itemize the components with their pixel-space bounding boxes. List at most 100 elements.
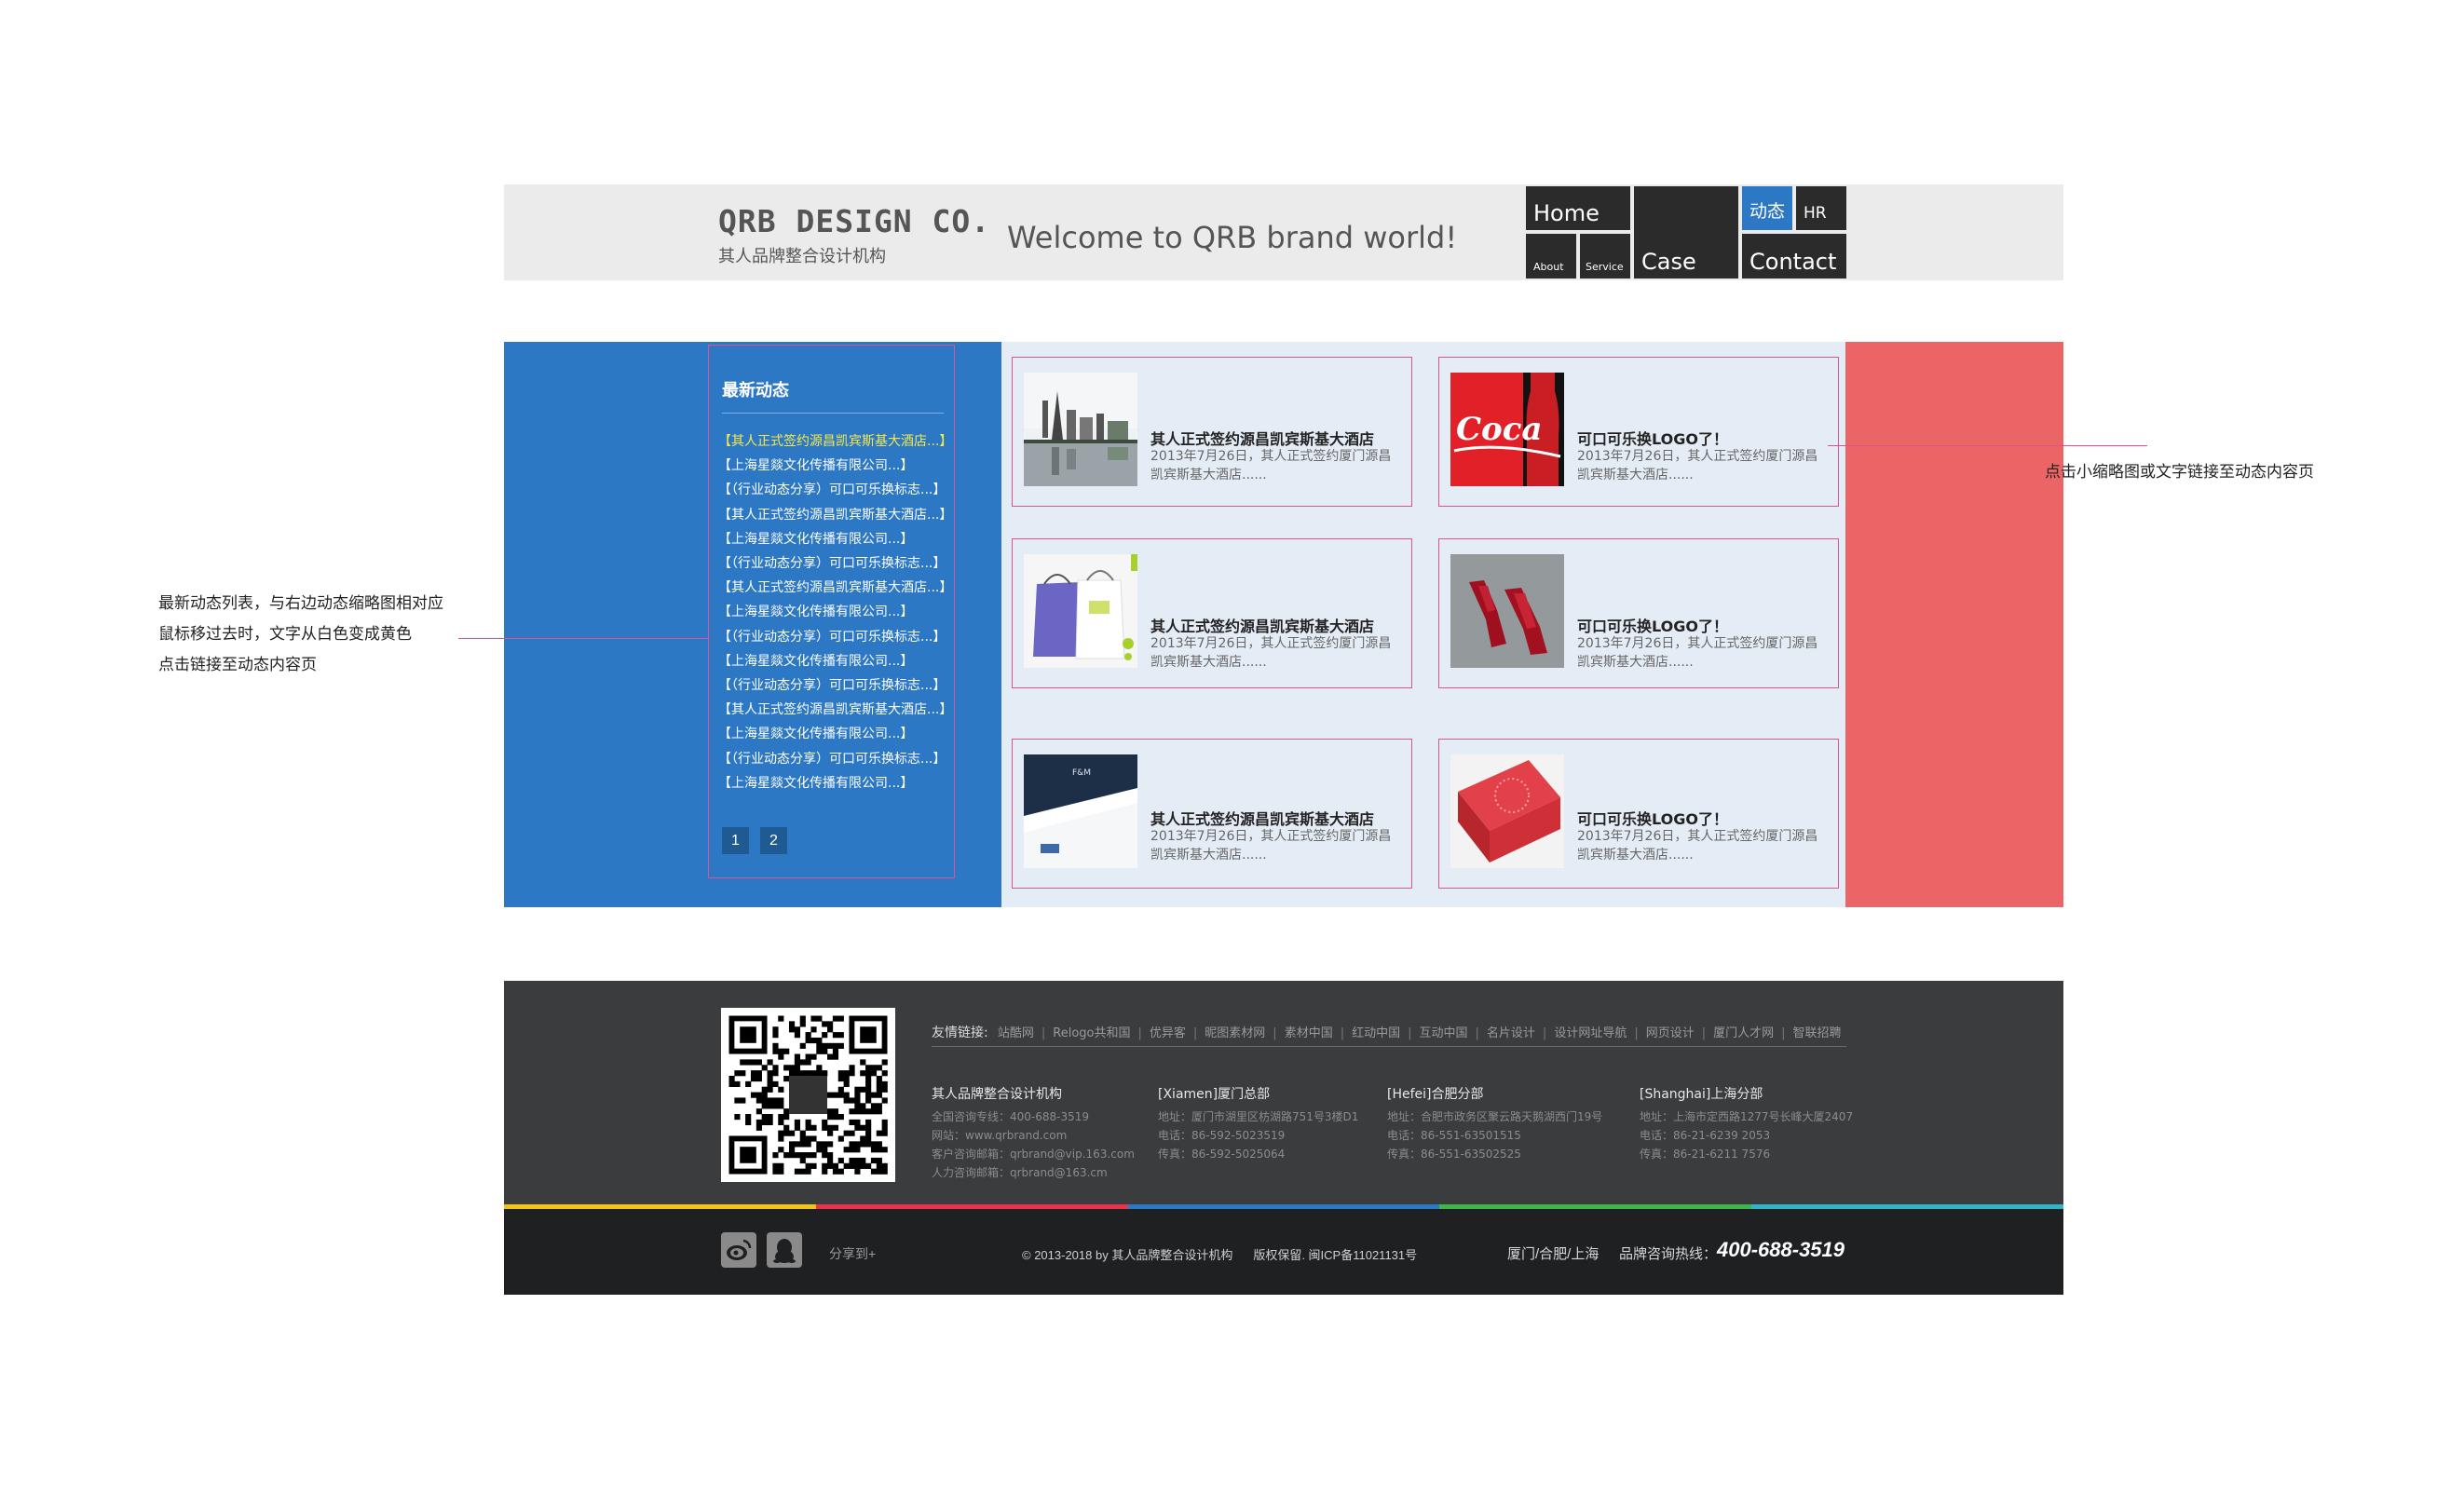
share-link[interactable]: 分享到+ — [829, 1244, 876, 1263]
office-column: [Xiamen]厦门总部 地址：厦门市湖里区枋湖路751号3楼D1 电话：86-59… — [1158, 1084, 1358, 1163]
nav-case[interactable]: Case — [1634, 186, 1738, 279]
office-detail: 地址：上海市定西路1277号长峰大厦2407 — [1640, 1110, 1854, 1123]
news-card[interactable]: 其人正式签约源昌凯宾斯基大酒店 2013年7月26日，其人正式签约厦门源昌凯宾斯基… — [1012, 538, 1412, 688]
card-title[interactable]: 可口可乐换LOGO了！ — [1577, 614, 1728, 636]
card-title[interactable]: 其人正式签约源昌凯宾斯基大酒店 — [1150, 614, 1374, 636]
card-thumbnail[interactable] — [1024, 373, 1137, 486]
friend-link[interactable]: Relogo共和国 — [1053, 1026, 1130, 1040]
link-separator: | — [1340, 1026, 1345, 1040]
news-list-item[interactable]: 【（行业动态分享）可口可乐换标志...】 — [718, 747, 952, 771]
card-title[interactable]: 可口可乐换LOGO了！ — [1577, 807, 1728, 829]
nav-about-label: About — [1533, 261, 1564, 273]
office-name: 其人品牌整合设计机构 — [932, 1087, 1062, 1102]
friend-link[interactable]: 网页设计 — [1646, 1026, 1695, 1040]
office-column: 其人品牌整合设计机构 全国咨询专线：400-688-3519 网站：www.qrbr… — [932, 1084, 1135, 1182]
link-separator: | — [1781, 1026, 1786, 1040]
qq-share-button[interactable] — [767, 1232, 802, 1268]
card-title[interactable]: 可口可乐换LOGO了！ — [1577, 427, 1728, 449]
coca-cola-image: Coca — [1450, 373, 1564, 486]
friend-link[interactable]: 厦门人才网 — [1713, 1026, 1774, 1040]
news-list-item[interactable]: 【其人正式签约源昌凯宾斯基大酒店...】 — [718, 503, 952, 527]
news-list-item[interactable]: 【其人正式签约源昌凯宾斯基大酒店...】 — [718, 698, 952, 722]
news-list-item[interactable]: 【上海星燚文化传播有限公司...】 — [718, 600, 952, 624]
news-list-item[interactable]: 【（行业动态分享）可口可乐换标志...】 — [718, 625, 952, 649]
red-shoes-image — [1450, 554, 1564, 668]
pagination: 12 — [722, 827, 787, 854]
news-list-item[interactable]: 【上海星燚文化传播有限公司...】 — [718, 771, 952, 795]
news-card[interactable]: Coca 可口可乐换LOGO了！ 2013年7月26日，其人正式签约厦门源昌凯宾斯基… — [1438, 357, 1839, 507]
card-title[interactable]: 其人正式签约源昌凯宾斯基大酒店 — [1150, 807, 1374, 829]
news-list-item[interactable]: 【其人正式签约源昌凯宾斯基大酒店...】 — [718, 576, 952, 600]
office-column: [Hefei]合肥分部 地址：合肥市政务区聚云路天鹅湖西门19号 电话：86-551… — [1387, 1084, 1602, 1163]
friend-link[interactable]: 优异客 — [1150, 1026, 1186, 1040]
red-box-image — [1450, 754, 1564, 868]
friend-link[interactable]: 设计网址导航 — [1554, 1026, 1627, 1040]
weibo-share-button[interactable] — [721, 1232, 756, 1268]
left-annotation: 最新动态列表，与右边动态缩略图相对应 鼠标移过去时，文字从白色变成黄色 点击链接… — [158, 589, 443, 681]
friend-links: 友情链接: 站酷网 | Relogo共和国 | 优异客 | 昵图素材网 | 素材中国 | 红动中国 |… — [932, 1023, 1842, 1041]
friend-link[interactable]: 名片设计 — [1487, 1026, 1535, 1040]
link-separator: | — [1701, 1026, 1707, 1040]
office-detail: 网站：www.qrbrand.com — [932, 1129, 1068, 1142]
nav-contact[interactable]: Contact — [1742, 234, 1846, 279]
nav-news[interactable]: 动态 — [1742, 186, 1792, 230]
card-thumbnail[interactable] — [1024, 554, 1137, 668]
news-divider — [722, 413, 944, 414]
page-button-1[interactable]: 1 — [722, 827, 749, 854]
page-button-2[interactable]: 2 — [760, 827, 787, 854]
office-column: [Shanghai]上海分部 地址：上海市定西路1277号长峰大厦2407 电话：8… — [1640, 1084, 1853, 1163]
card-title[interactable]: 其人正式签约源昌凯宾斯基大酒店 — [1150, 427, 1374, 449]
link-separator: | — [1273, 1026, 1277, 1040]
friend-link[interactable]: 红动中国 — [1352, 1026, 1400, 1040]
logo[interactable]: QRB DESIGN CO. 其人品牌整合设计机构 — [718, 203, 990, 267]
news-list-item[interactable]: 【（行业动态分享）可口可乐换标志...】 — [718, 673, 952, 698]
icp-license: 版权保留. 闽ICP备11021131号 — [1253, 1248, 1418, 1262]
news-list-item[interactable]: 【上海星燚文化传播有限公司...】 — [718, 649, 952, 673]
office-detail: 客户咨询邮箱：qrbrand@vip.163.com — [932, 1148, 1135, 1161]
news-card[interactable]: F&M 其人正式签约源昌凯宾斯基大酒店 2013年7月26日，其人正式签约厦门源昌凯… — [1012, 739, 1412, 889]
weibo-icon — [727, 1239, 752, 1260]
news-card[interactable]: 可口可乐换LOGO了！ 2013年7月26日，其人正式签约厦门源昌凯宾斯基大酒店.… — [1438, 739, 1839, 889]
news-card[interactable]: 可口可乐换LOGO了！ 2013年7月26日，其人正式签约厦门源昌凯宾斯基大酒店.… — [1438, 538, 1839, 688]
friend-link[interactable]: 素材中国 — [1285, 1026, 1333, 1040]
link-separator: | — [1137, 1026, 1142, 1040]
news-list-item[interactable]: 【上海星燚文化传播有限公司...】 — [718, 527, 952, 551]
nav-contact-label: Contact — [1749, 249, 1837, 275]
friend-link[interactable]: 互动中国 — [1420, 1026, 1468, 1040]
link-separator: | — [1408, 1026, 1412, 1040]
news-list-item[interactable]: 【上海星燚文化传播有限公司...】 — [718, 722, 952, 746]
card-thumbnail[interactable] — [1450, 554, 1564, 668]
office-detail: 地址：厦门市湖里区枋湖路751号3楼D1 — [1158, 1110, 1359, 1123]
friend-link[interactable]: 站酷网 — [998, 1026, 1034, 1040]
nav-about[interactable]: About — [1526, 234, 1576, 279]
qr-code-icon — [728, 1015, 888, 1175]
friend-link[interactable]: 智联招聘 — [1793, 1026, 1842, 1040]
office-name: [Xiamen]厦门总部 — [1158, 1087, 1271, 1102]
left-annotation-line-3: 点击链接至动态内容页 — [158, 656, 317, 674]
welcome-text: Welcome to QRB brand world! — [1007, 220, 1458, 255]
business-cards-image: F&M — [1024, 754, 1137, 868]
shopping-bags-image — [1024, 554, 1137, 668]
card-thumbnail[interactable]: Coca — [1450, 373, 1564, 486]
news-card[interactable]: 其人正式签约源昌凯宾斯基大酒店 2013年7月26日，其人正式签约厦门源昌凯宾斯基… — [1012, 357, 1412, 507]
logo-subtitle: 其人品牌整合设计机构 — [718, 247, 886, 266]
nav-service[interactable]: Service — [1580, 234, 1630, 279]
site-header: QRB DESIGN CO. 其人品牌整合设计机构 Welcome to QRB… — [504, 184, 2063, 280]
news-list-item[interactable]: 【其人正式签约源昌凯宾斯基大酒店...】 — [718, 429, 952, 454]
nav-home[interactable]: Home — [1526, 186, 1630, 230]
svg-text:F&M: F&M — [1072, 768, 1091, 778]
card-thumbnail[interactable]: F&M — [1024, 754, 1137, 868]
card-description: 2013年7月26日，其人正式签约厦门源昌凯宾斯基大酒店...... — [1150, 449, 1392, 482]
friend-link[interactable]: 昵图素材网 — [1205, 1026, 1265, 1040]
news-list-item[interactable]: 【上海星燚文化传播有限公司...】 — [718, 454, 952, 478]
hotline-label: 品牌咨询热线： — [1619, 1246, 1718, 1262]
card-thumbnail[interactable] — [1450, 754, 1564, 868]
nav-hr-label: HR — [1804, 204, 1827, 223]
nav-hr[interactable]: HR — [1796, 186, 1846, 230]
card-description: 2013年7月26日，其人正式签约厦门源昌凯宾斯基大酒店...... — [1577, 636, 1818, 670]
news-list-item[interactable]: 【（行业动态分享）可口可乐换标志...】 — [718, 551, 952, 576]
friend-links-label: 友情链接: — [932, 1026, 988, 1040]
link-separator: | — [1542, 1026, 1547, 1040]
news-list-item[interactable]: 【（行业动态分享）可口可乐换标志...】 — [718, 478, 952, 502]
office-detail: 传真：86-21-6211 7576 — [1640, 1148, 1771, 1161]
